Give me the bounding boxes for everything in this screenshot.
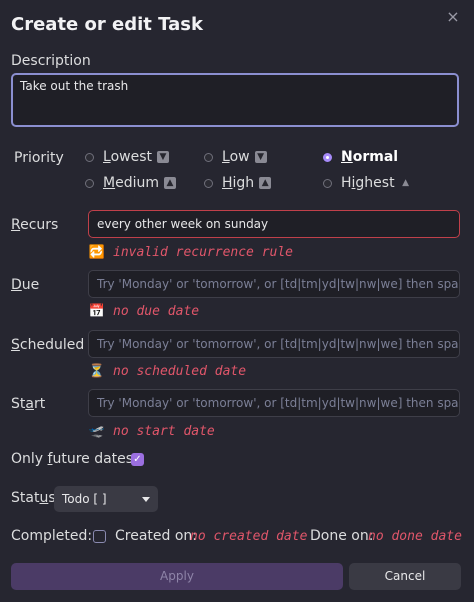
- priority-radio-normal[interactable]: [323, 152, 332, 162]
- apply-button[interactable]: Apply: [11, 563, 343, 590]
- recurs-label: Recurs: [11, 217, 59, 233]
- description-label: Description: [11, 53, 91, 69]
- priority-option-high[interactable]: High ▲: [204, 175, 272, 191]
- priority-option-label: Lowest: [103, 149, 152, 165]
- recurs-input[interactable]: every other week on sunday: [88, 210, 460, 238]
- priority-radio-highest[interactable]: [323, 178, 332, 188]
- priority-option-label: Highest: [341, 175, 395, 191]
- recurs-hint: 🔁 invalid recurrence rule: [89, 244, 293, 260]
- priority-option-label: Medium: [103, 175, 159, 191]
- due-hint: 📅 no due date: [89, 303, 199, 319]
- recurs-hint-text: invalid recurrence rule: [113, 244, 294, 260]
- priority-radio-medium[interactable]: [85, 178, 94, 188]
- priority-radio-lowest[interactable]: [85, 152, 94, 162]
- triangle-up-icon: ▲: [402, 178, 410, 188]
- modal-title: Create or edit Task: [11, 14, 203, 35]
- priority-option-label: Normal: [341, 149, 399, 165]
- cancel-button[interactable]: Cancel: [349, 563, 461, 590]
- scheduled-input[interactable]: Try 'Monday' or 'tomorrow', or [td|tm|yd…: [88, 330, 460, 358]
- priority-option-label: High: [222, 175, 255, 191]
- done-label: Done on:: [310, 528, 374, 544]
- status-selected-value: Todo [ ]: [62, 492, 107, 506]
- priority-option-lowest[interactable]: Lowest ▼: [85, 149, 169, 165]
- priority-radio-high[interactable]: [204, 178, 213, 188]
- created-value: no created date: [190, 529, 308, 544]
- priority-option-highest[interactable]: Highest ▲: [323, 175, 412, 191]
- future-dates-label: Only future dates:: [11, 451, 138, 467]
- due-label: Due: [11, 277, 40, 293]
- priority-option-low[interactable]: Low ▼: [204, 149, 267, 165]
- done-value: no done date: [368, 529, 462, 544]
- priority-option-label: Low: [222, 149, 250, 165]
- hourglass-icon: ⏳: [88, 363, 106, 379]
- priority-label: Priority: [14, 150, 64, 166]
- close-icon[interactable]: ×: [446, 9, 460, 25]
- arrow-down-icon: ▼: [254, 151, 267, 163]
- airplane-departure-icon: 🛫: [88, 423, 106, 439]
- chevron-down-icon: [142, 497, 150, 502]
- priority-option-normal[interactable]: Normal: [323, 149, 398, 165]
- description-input[interactable]: Take out the trash: [11, 73, 459, 127]
- status-label: Status: [11, 490, 56, 506]
- due-input[interactable]: Try 'Monday' or 'tomorrow', or [td|tm|yd…: [88, 270, 460, 298]
- priority-option-medium[interactable]: Medium ▲: [85, 175, 176, 191]
- start-hint-text: no start date: [113, 423, 215, 439]
- start-hint: 🛫 no start date: [89, 423, 215, 439]
- double-arrow-down-icon: ▼: [156, 151, 169, 163]
- scheduled-hint-text: no scheduled date: [113, 363, 247, 379]
- scheduled-label: Scheduled: [11, 337, 85, 353]
- created-label: Created on:: [115, 528, 198, 544]
- due-hint-text: no due date: [113, 303, 200, 319]
- future-dates-checkbox[interactable]: ✓: [131, 453, 144, 466]
- priority-radio-low[interactable]: [204, 152, 213, 162]
- task-modal: × Create or edit Task Description Take o…: [0, 0, 474, 602]
- repeat-icon: 🔁: [88, 244, 106, 260]
- calendar-icon: 📅: [88, 303, 106, 319]
- completed-checkbox[interactable]: [93, 530, 106, 543]
- double-arrow-up-icon: ▲: [259, 177, 272, 189]
- start-input[interactable]: Try 'Monday' or 'tomorrow', or [td|tm|yd…: [88, 389, 460, 417]
- arrow-up-icon: ▲: [164, 177, 176, 189]
- start-label: Start: [11, 396, 46, 412]
- status-select[interactable]: Todo [ ]: [54, 486, 158, 512]
- scheduled-hint: ⏳ no scheduled date: [89, 363, 246, 379]
- completed-label: Completed:: [11, 528, 93, 544]
